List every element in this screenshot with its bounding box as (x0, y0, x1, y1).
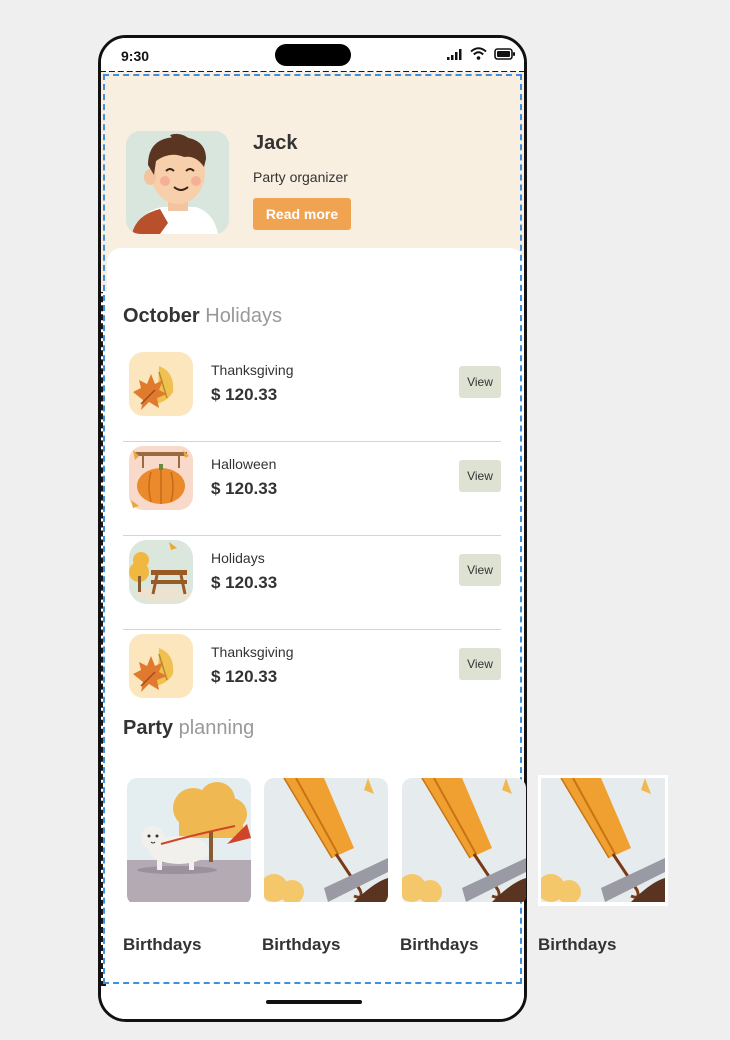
wifi-icon (470, 47, 487, 60)
holidays-title-rest: Holidays (199, 305, 282, 327)
holidays-title-bold: October (123, 305, 200, 327)
view-button[interactable]: View (459, 554, 501, 586)
status-time: 9:30 (121, 48, 150, 64)
profile-name: Jack (253, 132, 298, 154)
autumn-leaves-icon (129, 634, 193, 698)
holiday-item[interactable]: Thanksgiving $ 120.33 View (123, 348, 501, 442)
umbrella-image (538, 777, 665, 904)
autumn-leaves-icon (129, 352, 193, 416)
party-section-title: Party planning (123, 717, 254, 740)
home-indicator[interactable] (266, 1000, 362, 1004)
holiday-price: $ 120.33 (211, 667, 278, 686)
party-title-rest: planning (173, 717, 255, 739)
holiday-price: $ 120.33 (211, 385, 278, 404)
party-card-label[interactable]: Birthdays (538, 935, 616, 955)
picnic-table-icon (129, 540, 193, 604)
umbrella-image (264, 778, 388, 904)
read-more-button[interactable]: Read more (253, 198, 351, 230)
camera-notch (275, 44, 351, 66)
holiday-name: Thanksgiving (211, 362, 294, 378)
party-card-label[interactable]: Birthdays (400, 935, 478, 955)
party-title-bold: Party (123, 717, 174, 739)
party-card-image[interactable] (127, 778, 251, 905)
holiday-name: Holidays (211, 550, 265, 566)
avatar-illustration (126, 131, 229, 234)
pumpkin-icon (129, 446, 193, 510)
home-indicator-area (101, 986, 524, 1019)
holiday-name: Halloween (211, 456, 277, 472)
signal-icon (447, 48, 462, 60)
profile-role: Party organizer (253, 169, 348, 185)
holiday-price: $ 120.33 (211, 479, 278, 498)
view-button[interactable]: View (459, 648, 501, 680)
party-card-image[interactable] (264, 778, 388, 905)
system-icons (447, 47, 516, 60)
avatar (126, 131, 229, 234)
party-card-image[interactable] (538, 775, 668, 906)
holiday-item[interactable]: Holidays $ 120.33 View (123, 536, 501, 630)
party-card-image[interactable] (402, 778, 526, 905)
party-card-label[interactable]: Birthdays (262, 935, 340, 955)
holiday-name: Thanksgiving (211, 644, 294, 660)
holidays-section-title: October Holidays (123, 305, 282, 328)
view-button[interactable]: View (459, 460, 501, 492)
holiday-list: Thanksgiving $ 120.33 View Halloween $ 1… (123, 348, 501, 724)
battery-icon (494, 47, 515, 60)
party-card-label[interactable]: Birthdays (123, 935, 201, 955)
status-bar: 9:30 (101, 38, 524, 72)
holiday-item[interactable]: Halloween $ 120.33 View (123, 442, 501, 536)
dog-walk-image (127, 778, 251, 902)
view-button[interactable]: View (459, 366, 501, 398)
umbrella-image (402, 778, 526, 904)
holiday-item[interactable]: Thanksgiving $ 120.33 View (123, 630, 501, 724)
holiday-price: $ 120.33 (211, 573, 278, 592)
